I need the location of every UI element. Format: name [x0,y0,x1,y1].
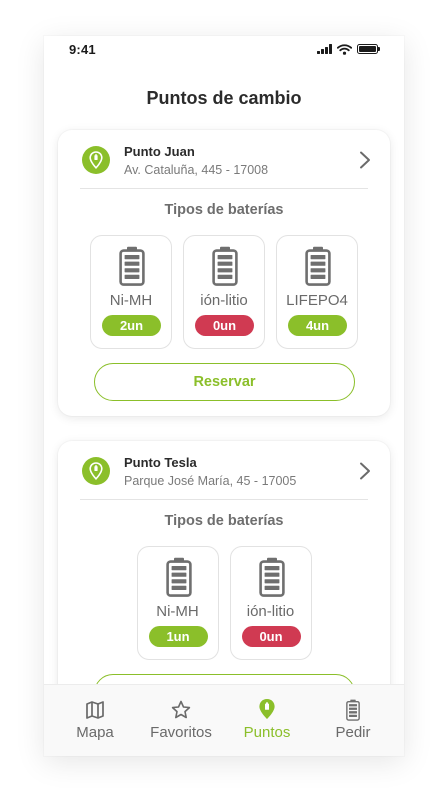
battery-icon [165,557,192,597]
chevron-right-icon[interactable] [358,461,372,481]
point-header[interactable]: Punto Tesla Parque José María, 45 - 1700… [58,441,390,499]
location-pin-icon [82,146,110,174]
divider [80,499,368,500]
battery-type-tile[interactable]: ión-litio 0un [229,546,312,660]
nav-item-mapa[interactable]: Mapa [52,685,138,756]
battery-type-name: Ni-MH [109,292,153,309]
reserve-button[interactable]: Reservar [94,363,355,401]
bottom-nav: Mapa Favoritos Puntos Pedir [44,684,404,756]
battery-type-tile[interactable]: Ni-MH 1un [136,546,219,660]
nav-label: Pedir [335,724,371,741]
battery-icon [346,699,360,721]
battery-type-tile[interactable]: Ni-MH 2un [90,235,172,349]
battery-tiles: Ni-MH 2un ión-litio 0un LIFEPO4 4un [58,235,390,349]
battery-tiles: Ni-MH 1un ión-litio 0un [58,546,390,660]
star-icon [171,700,191,719]
point-header[interactable]: Punto Juan Av. Cataluña, 445 - 17008 [58,130,390,188]
point-address: Av. Cataluña, 445 - 17008 [124,163,269,177]
battery-icon [305,246,331,286]
device-battery-icon [357,44,381,54]
location-pin-icon [259,699,275,719]
page-title: Puntos de cambio [146,88,302,108]
stock-badge: 0un [195,315,254,336]
wifi-icon [337,43,352,55]
battery-type-name: Ni-MH [156,603,199,620]
stock-badge: 4un [288,315,347,336]
cellular-signal-icon [317,44,332,54]
nav-label: Puntos [243,724,291,741]
point-name: Punto Tesla [124,455,197,470]
battery-type-name: ión-litio [246,603,295,620]
chevron-right-icon[interactable] [358,150,372,170]
location-pin-icon [82,457,110,485]
map-icon [86,701,104,719]
status-time: 9:41 [69,41,96,57]
stock-badge: 2un [102,315,161,336]
battery-icon [119,246,145,286]
divider [80,188,368,189]
stock-badge: 0un [241,626,301,647]
nav-item-favoritos[interactable]: Favoritos [138,685,224,756]
battery-icon [258,557,285,597]
nav-item-puntos[interactable]: Puntos [224,685,310,756]
battery-icon [212,246,238,286]
battery-type-tile[interactable]: LIFEPO4 4un [276,235,358,349]
battery-type-name: LIFEPO4 [286,292,348,309]
status-bar: 9:41 [44,36,404,62]
battery-types-label: Tipos de baterías [164,202,284,218]
nav-item-pedir[interactable]: Pedir [310,685,396,756]
phone-screen: 9:41 Puntos de cambio Punto Juan Av. Cat… [44,36,404,756]
point-address: Parque José María, 45 - 17005 [124,474,297,488]
status-icons [317,43,381,55]
battery-type-tile[interactable]: ión-litio 0un [183,235,265,349]
nav-label: Mapa [76,724,114,741]
battery-types-label: Tipos de baterías [164,513,284,529]
point-name: Punto Juan [124,144,195,159]
point-card: Punto Juan Av. Cataluña, 445 - 17008 Tip… [58,130,390,416]
nav-label: Favoritos [150,724,212,741]
stock-badge: 1un [148,626,208,647]
battery-type-name: ión-litio [200,292,248,309]
